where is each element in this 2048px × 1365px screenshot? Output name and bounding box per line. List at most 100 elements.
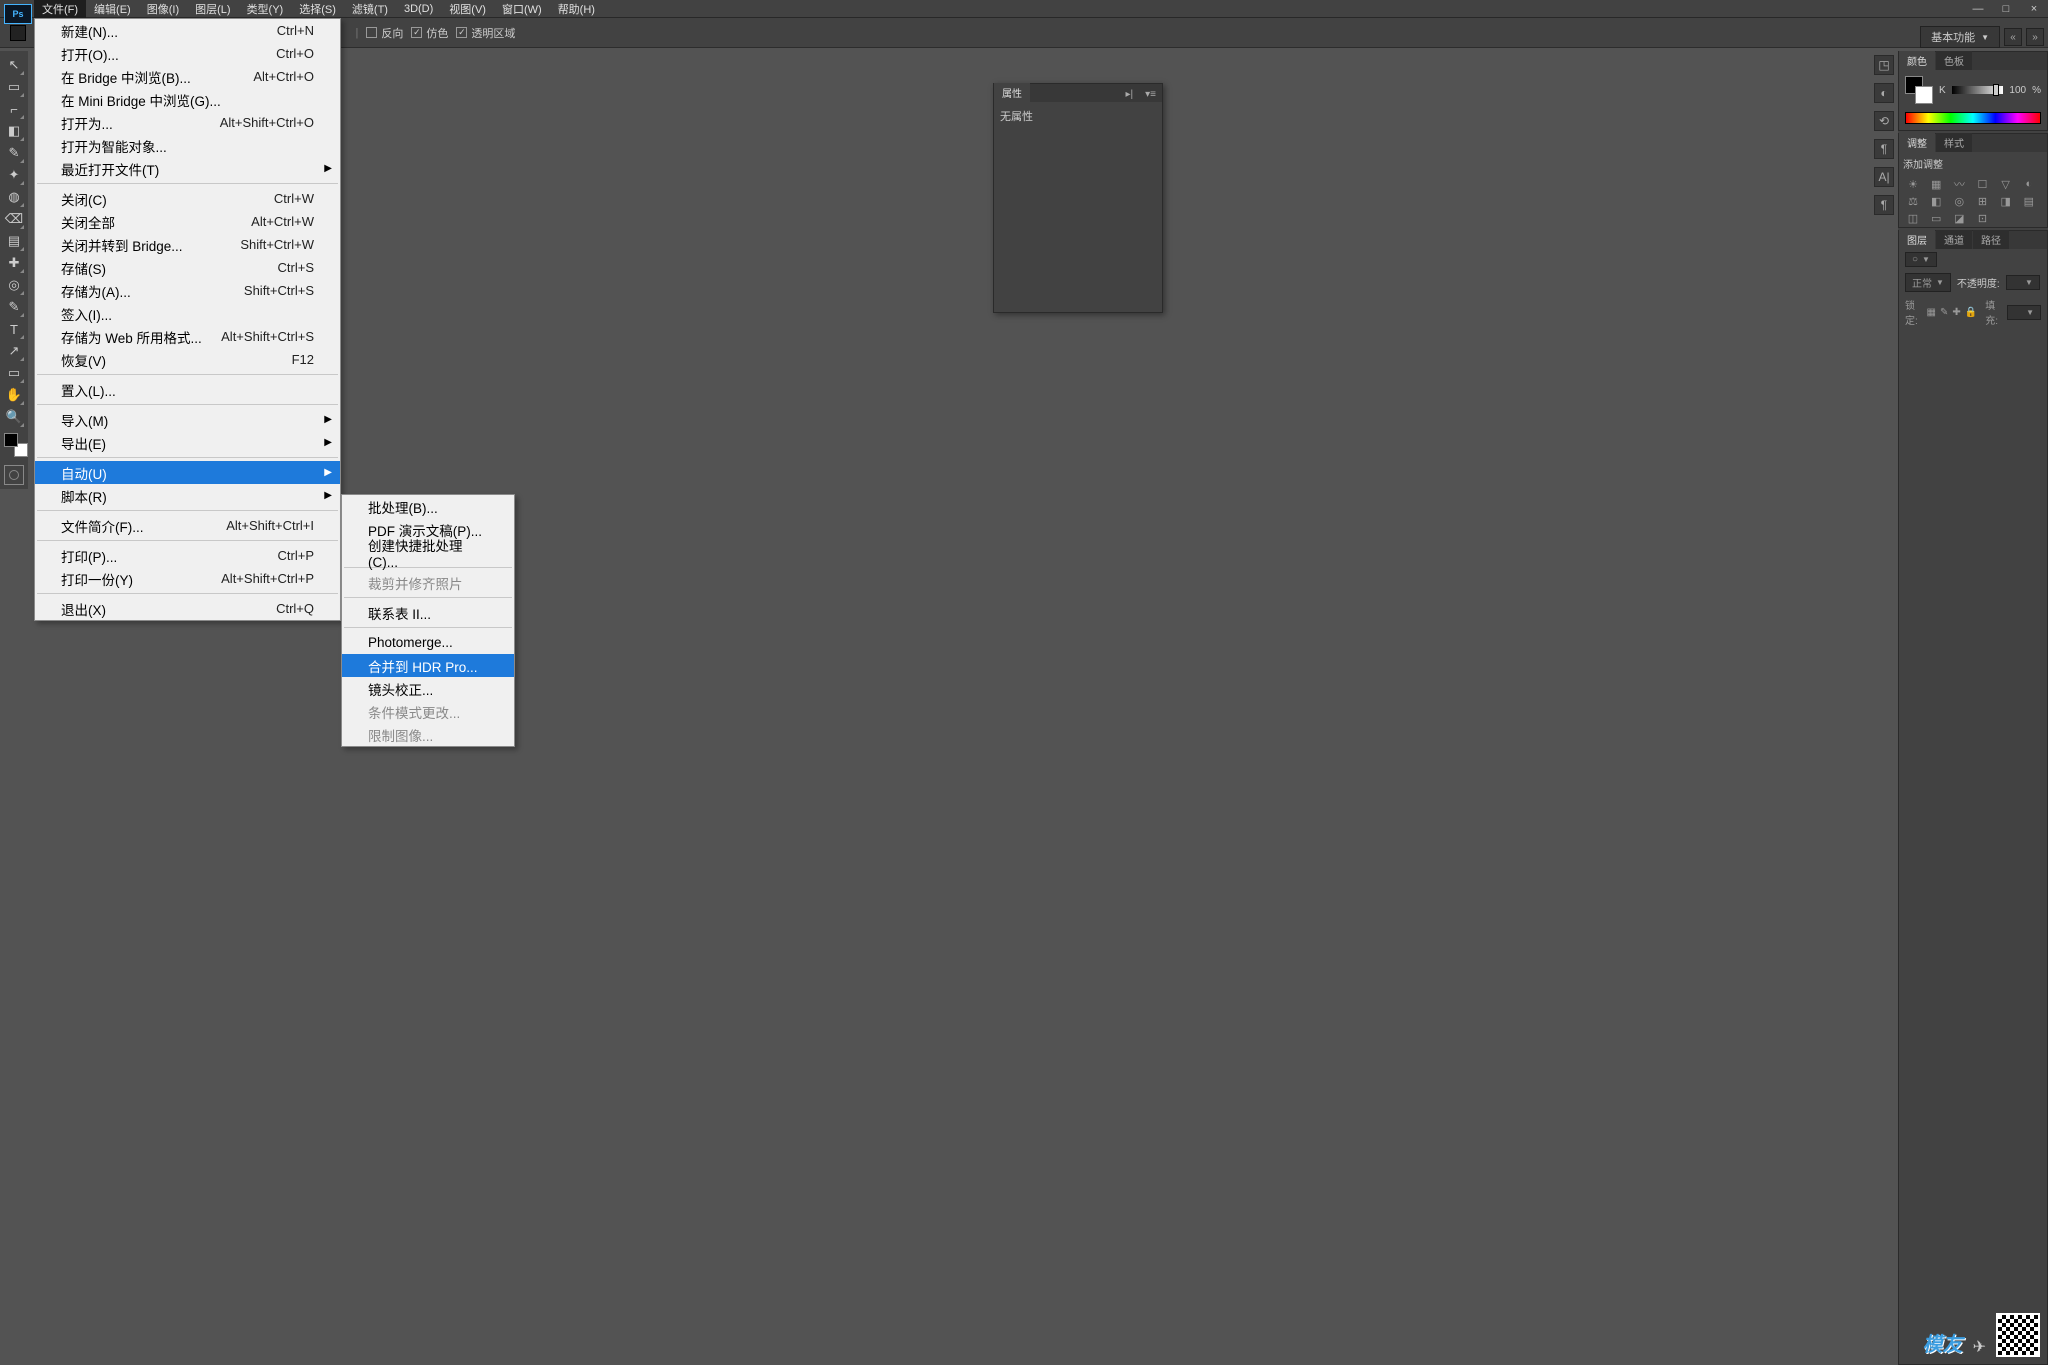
- workspace-prev[interactable]: «: [2004, 28, 2022, 46]
- option-transparent[interactable]: ✓透明区域: [456, 25, 515, 41]
- tool-12[interactable]: T: [4, 319, 24, 339]
- menu-item[interactable]: 合并到 HDR Pro...: [342, 654, 514, 677]
- options-swatch[interactable]: [10, 25, 26, 41]
- tool-6[interactable]: ◍: [4, 187, 24, 207]
- menu-item[interactable]: 联系表 II...: [342, 601, 514, 624]
- menu-edit[interactable]: 编辑(E): [86, 0, 139, 19]
- tool-14[interactable]: ▭: [4, 363, 24, 383]
- hue-bar[interactable]: [1905, 112, 2041, 124]
- menu-item[interactable]: 创建快捷批处理(C)...: [342, 541, 514, 564]
- window-maximize-button[interactable]: □: [1992, 0, 2020, 18]
- tab-channels[interactable]: 通道: [1936, 230, 1972, 249]
- menu-item[interactable]: 在 Mini Bridge 中浏览(G)...: [35, 88, 340, 111]
- dock-icon-5[interactable]: ¶: [1874, 195, 1894, 215]
- tab-properties[interactable]: 属性: [994, 83, 1030, 102]
- menu-item[interactable]: 存储为 Web 所用格式...Alt+Shift+Ctrl+S: [35, 325, 340, 348]
- menu-item[interactable]: 新建(N)...Ctrl+N: [35, 19, 340, 42]
- menu-item[interactable]: 打印(P)...Ctrl+P: [35, 544, 340, 567]
- panel-menu-icon[interactable]: ▾≡: [1139, 87, 1162, 102]
- menu-select[interactable]: 选择(S): [291, 0, 344, 19]
- tab-paths[interactable]: 路径: [1973, 230, 2009, 249]
- menu-filter[interactable]: 滤镜(T): [344, 0, 396, 19]
- menu-item[interactable]: 批处理(B)...: [342, 495, 514, 518]
- tool-13[interactable]: ↗: [4, 341, 24, 361]
- menu-item[interactable]: 导出(E)▶: [35, 431, 340, 454]
- dock-icon-4[interactable]: A|: [1874, 167, 1894, 187]
- menu-item[interactable]: 打开为智能对象...: [35, 134, 340, 157]
- menu-item[interactable]: 在 Bridge 中浏览(B)...Alt+Ctrl+O: [35, 65, 340, 88]
- adj-colorbalance-icon[interactable]: ⚖: [1905, 194, 1921, 208]
- properties-panel[interactable]: 属性 ▸| ▾≡ 无属性: [993, 83, 1163, 313]
- workspace-button[interactable]: 基本功能▼: [1920, 26, 2000, 48]
- menu-item[interactable]: 脚本(R)▶: [35, 484, 340, 507]
- lock-pixels-icon[interactable]: ▦: [1927, 307, 1936, 318]
- menu-item[interactable]: 打开为...Alt+Shift+Ctrl+O: [35, 111, 340, 134]
- tool-10[interactable]: ◎: [4, 275, 24, 295]
- menu-view[interactable]: 视图(V): [441, 0, 494, 19]
- adj-threshold-icon[interactable]: ◫: [1905, 211, 1921, 225]
- menu-image[interactable]: 图像(I): [139, 0, 187, 19]
- blend-mode-dropdown[interactable]: 正常 ▼: [1905, 273, 1951, 292]
- menu-item[interactable]: 镜头校正...: [342, 677, 514, 700]
- opacity-input[interactable]: ▼: [2006, 275, 2040, 290]
- adj-posterize-icon[interactable]: ▤: [2021, 194, 2037, 208]
- adj-channelmixer-icon[interactable]: ⊞: [1974, 194, 1990, 208]
- adj-bw-icon[interactable]: ◧: [1928, 194, 1944, 208]
- adj-gradientmap-icon[interactable]: ▭: [1928, 211, 1944, 225]
- menu-item[interactable]: 存储为(A)...Shift+Ctrl+S: [35, 279, 340, 302]
- fill-input[interactable]: ▼: [2007, 305, 2041, 320]
- menu-3d[interactable]: 3D(D): [396, 1, 441, 17]
- option-reverse[interactable]: 反向: [366, 25, 403, 41]
- color-value[interactable]: 100: [2009, 85, 2026, 96]
- window-minimize-button[interactable]: —: [1964, 0, 1992, 18]
- adj-brightness-icon[interactable]: ☀: [1905, 177, 1921, 191]
- menu-type[interactable]: 类型(Y): [239, 0, 292, 19]
- tool-0[interactable]: ↖: [4, 55, 24, 75]
- adj-lut-icon[interactable]: ⊡: [1974, 211, 1990, 225]
- tab-swatches[interactable]: 色板: [1936, 51, 1972, 70]
- menu-item[interactable]: 存储(S)Ctrl+S: [35, 256, 340, 279]
- adj-selective-icon[interactable]: ◪: [1951, 211, 1967, 225]
- tab-color[interactable]: 颜色: [1899, 51, 1935, 70]
- adj-curves-icon[interactable]: 〰: [1951, 177, 1967, 191]
- menu-layer[interactable]: 图层(L): [187, 0, 238, 19]
- menu-help[interactable]: 帮助(H): [550, 0, 603, 19]
- menu-window[interactable]: 窗口(W): [494, 0, 550, 19]
- tool-16[interactable]: 🔍: [4, 407, 24, 427]
- dock-icon-1[interactable]: ◐: [1874, 83, 1894, 103]
- tool-5[interactable]: ✦: [4, 165, 24, 185]
- menu-item[interactable]: 关闭并转到 Bridge...Shift+Ctrl+W: [35, 233, 340, 256]
- menu-item[interactable]: 退出(X)Ctrl+Q: [35, 597, 340, 620]
- adj-hue-icon[interactable]: ◐: [2021, 177, 2037, 191]
- menu-item[interactable]: 关闭全部Alt+Ctrl+W: [35, 210, 340, 233]
- menu-item[interactable]: 关闭(C)Ctrl+W: [35, 187, 340, 210]
- tool-8[interactable]: ▤: [4, 231, 24, 251]
- tool-15[interactable]: ✋: [4, 385, 24, 405]
- adj-exposure-icon[interactable]: ☐: [1974, 177, 1990, 191]
- adj-invert-icon[interactable]: ◨: [1998, 194, 2014, 208]
- tool-9[interactable]: ✚: [4, 253, 24, 273]
- lock-all-icon[interactable]: 🔒: [1965, 307, 1977, 318]
- lock-position-icon[interactable]: ✚: [1952, 307, 1960, 318]
- menu-item[interactable]: 打印一份(Y)Alt+Shift+Ctrl+P: [35, 567, 340, 590]
- tab-layers[interactable]: 图层: [1899, 230, 1935, 249]
- menu-item[interactable]: Photomerge...: [342, 631, 514, 654]
- tab-adjustments[interactable]: 调整: [1899, 133, 1935, 152]
- tool-11[interactable]: ✎: [4, 297, 24, 317]
- window-close-button[interactable]: ×: [2020, 0, 2048, 18]
- tab-styles[interactable]: 样式: [1936, 133, 1972, 152]
- adj-vibrance-icon[interactable]: ▽: [1998, 177, 2014, 191]
- tool-7[interactable]: ⌫: [4, 209, 24, 229]
- quickmask-button[interactable]: [4, 465, 24, 485]
- dock-icon-0[interactable]: ◳: [1874, 55, 1894, 75]
- fgbg-color[interactable]: [4, 433, 28, 457]
- menu-item[interactable]: 最近打开文件(T)▶: [35, 157, 340, 180]
- tool-2[interactable]: ⌐: [4, 99, 24, 119]
- menu-item[interactable]: 置入(L)...: [35, 378, 340, 401]
- dock-icon-2[interactable]: ⟲: [1874, 111, 1894, 131]
- menu-item[interactable]: 签入(I)...: [35, 302, 340, 325]
- color-slider[interactable]: [1952, 86, 2004, 94]
- menu-item[interactable]: 自动(U)▶: [35, 461, 340, 484]
- adj-photofilter-icon[interactable]: ◎: [1951, 194, 1967, 208]
- menu-item[interactable]: 文件简介(F)...Alt+Shift+Ctrl+I: [35, 514, 340, 537]
